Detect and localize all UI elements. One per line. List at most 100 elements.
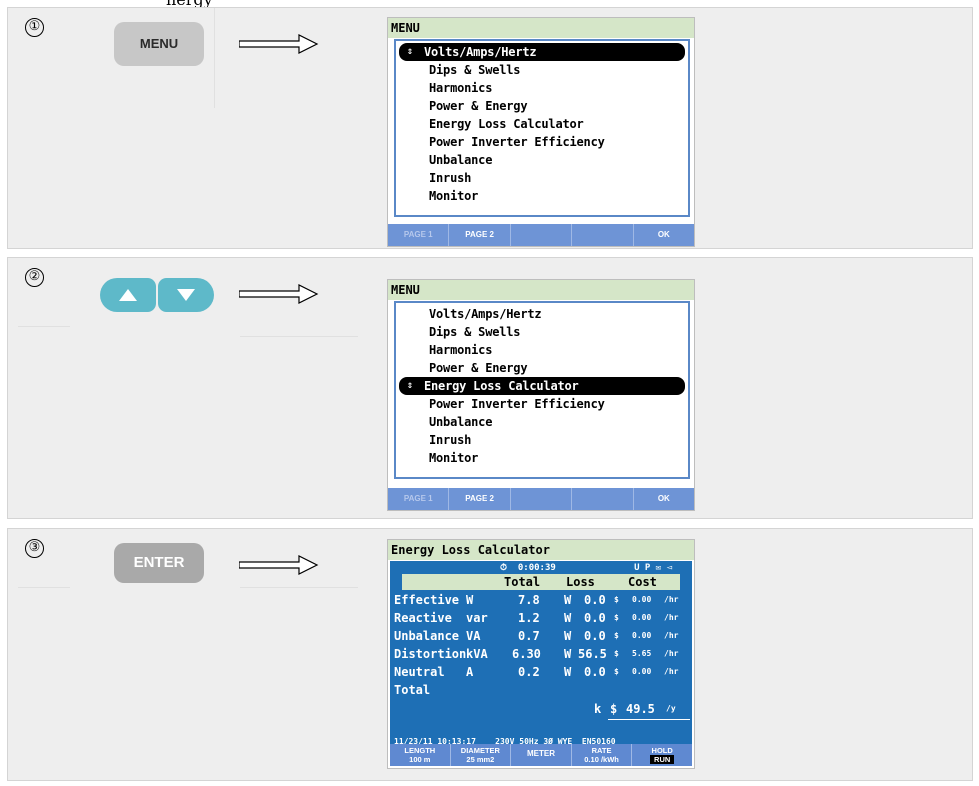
total-underline (608, 719, 690, 720)
row-currency: $ (614, 613, 619, 622)
softkey-page-2[interactable]: PAGE 2 (449, 488, 511, 510)
row-total: 0.2 (518, 665, 540, 679)
softkey-value: 0.10 /kWh (584, 755, 619, 764)
menu-item-power-energy[interactable]: Power & Energy (399, 97, 685, 115)
row-loss: 0.0 (584, 665, 606, 679)
menu-item-energy-loss-calculator[interactable]: ⇕ Energy Loss Calculator (399, 377, 685, 395)
menu-item-energy-loss-calculator[interactable]: Energy Loss Calculator (399, 115, 685, 133)
menu-item-harmonics[interactable]: Harmonics (399, 79, 685, 97)
row-loss-unit: W (564, 593, 572, 607)
menu-list-box: ⇕ Volts/Amps/Hertz Dips & Swells Harmonic… (394, 39, 690, 217)
row-rate: /hr (664, 667, 679, 676)
menu-item-power-inverter-efficiency[interactable]: Power Inverter Efficiency (399, 133, 685, 151)
softkey-ok[interactable]: OK (634, 224, 694, 246)
menu-item-inrush[interactable]: Inrush (399, 431, 685, 449)
status-icons: U P ✉ ◅ (634, 563, 672, 573)
row-currency: $ (614, 595, 619, 604)
row-unit: W (466, 593, 474, 607)
instrument-screen: Energy Loss Calculator ⏱ 0:00:39 U P ✉ ◅… (387, 539, 695, 769)
softkey-page-2[interactable]: PAGE 2 (449, 224, 511, 246)
row-rate: /hr (664, 649, 679, 658)
menu-item-label: Volts/Amps/Hertz (424, 45, 537, 59)
menu-item-inrush[interactable]: Inrush (399, 169, 685, 187)
row-cost: 0.00 (632, 613, 652, 622)
menu-key-button[interactable]: MENU (114, 22, 204, 66)
softkey-ok[interactable]: OK (634, 488, 694, 510)
menu-item-power-inverter-efficiency[interactable]: Power Inverter Efficiency (399, 395, 685, 413)
menu-item-dips-swells[interactable]: Dips & Swells (399, 323, 685, 341)
total-currency: $ (610, 702, 618, 716)
row-total: 7.8 (518, 593, 540, 607)
total-value-row: k $ 49.5 /y (390, 700, 692, 718)
total-rate: /y (666, 704, 676, 713)
row-total: 1.2 (518, 611, 540, 625)
row-label: Effective (394, 593, 460, 607)
menu-item-harmonics[interactable]: Harmonics (399, 341, 685, 359)
run-indicator: RUN (650, 755, 675, 764)
softkey-meter[interactable]: METER (511, 744, 572, 766)
softkey-diameter[interactable]: DIAMETER 25 mm2 (451, 744, 512, 766)
softkey-page-1[interactable]: PAGE 1 (388, 224, 450, 246)
softkey-bar: PAGE 1 PAGE 2 OK (388, 224, 694, 246)
row-currency: $ (614, 667, 619, 676)
divider (18, 326, 70, 327)
table-row: Distortion kVA 6.30 W 56.5 $ 5.65 /hr (390, 645, 692, 663)
instrument-screen: MENU ⇕ Volts/Amps/Hertz Dips & Swells Har… (387, 17, 695, 247)
row-unit: VA (466, 629, 481, 643)
divider (18, 587, 70, 588)
enter-key-button[interactable]: ENTER (114, 543, 204, 583)
step-number: ② (25, 268, 44, 287)
softkey-3[interactable] (511, 488, 573, 510)
softkey-label: DIAMETER (460, 746, 500, 755)
step-1-panel: ① MENU MENU ⇕ Volts/Amps/Hertz Dips & Swe… (7, 7, 973, 249)
row-cost: 5.65 (632, 649, 652, 658)
row-loss-unit: W (564, 611, 572, 625)
row-loss: 0.0 (584, 611, 606, 625)
softkey-4[interactable] (572, 224, 634, 246)
menu-item-volts-amps-hertz[interactable]: ⇕ Volts/Amps/Hertz (399, 43, 685, 61)
row-cost: 0.00 (632, 595, 652, 604)
up-arrow-button[interactable] (100, 278, 156, 312)
menu-item-monitor[interactable]: Monitor (399, 187, 685, 205)
column-header-row: Total Loss Cost (402, 574, 680, 590)
row-loss: 0.0 (584, 593, 606, 607)
screen-title: MENU (388, 18, 694, 38)
menu-item-unbalance[interactable]: Unbalance (399, 151, 685, 169)
softkey-4[interactable] (572, 488, 634, 510)
softkey-bar: PAGE 1 PAGE 2 OK (388, 488, 694, 510)
row-label: Unbalance (394, 629, 460, 643)
top-header-fragment: nergy (0, 0, 979, 9)
softkey-value: 25 mm2 (466, 755, 495, 764)
menu-item-volts-amps-hertz[interactable]: Volts/Amps/Hertz (399, 305, 685, 323)
down-arrow-button[interactable] (158, 278, 214, 312)
row-currency: $ (614, 649, 619, 658)
softkey-bar: LENGTH 100 m DIAMETER 25 mm2 METER RATE 0.1… (390, 744, 692, 766)
softkey-rate[interactable]: RATE 0.10 /kWh (572, 744, 633, 766)
step-number: ③ (25, 539, 44, 558)
row-label: Neutral (394, 665, 445, 679)
total-prefix: k (594, 702, 602, 716)
row-currency: $ (614, 631, 619, 640)
softkey-page-1[interactable]: PAGE 1 (388, 488, 450, 510)
softkey-length[interactable]: LENGTH 100 m (390, 744, 451, 766)
menu-item-unbalance[interactable]: Unbalance (399, 413, 685, 431)
divider (240, 587, 358, 588)
total-row: Total (390, 681, 692, 699)
softkey-hold-run[interactable]: HOLD RUN (632, 744, 692, 766)
softkey-label: RATE (591, 746, 612, 755)
total-value: 49.5 (626, 702, 655, 716)
softkey-label: LENGTH (404, 746, 436, 755)
menu-item-power-energy[interactable]: Power & Energy (399, 359, 685, 377)
right-arrow-icon (239, 34, 319, 54)
menu-item-monitor[interactable]: Monitor (399, 449, 685, 467)
table-row: Unbalance VA 0.7 W 0.0 $ 0.00 /hr (390, 627, 692, 645)
row-unit: var (466, 611, 488, 625)
right-arrow-icon (239, 555, 319, 575)
column-header-cost: Cost (628, 575, 657, 589)
softkey-3[interactable] (511, 224, 573, 246)
menu-item-dips-swells[interactable]: Dips & Swells (399, 61, 685, 79)
row-total: 6.30 (512, 647, 541, 661)
screen-title: MENU (388, 280, 694, 300)
row-loss: 0.0 (584, 629, 606, 643)
selection-marker-icon: ⇕ (407, 380, 413, 391)
